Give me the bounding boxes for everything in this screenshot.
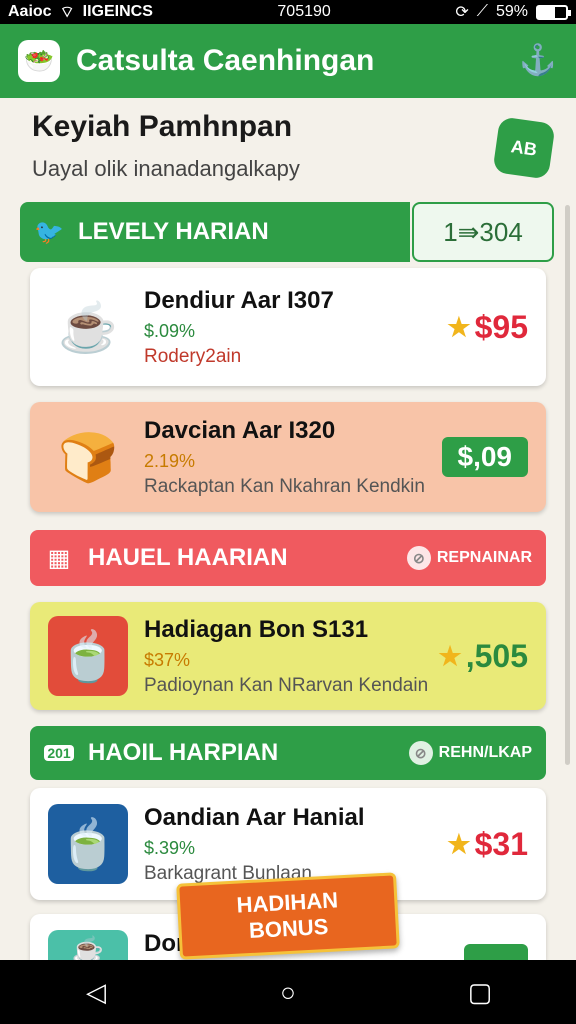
bonus-banner[interactable]: HADIHAN BONUS [176,872,400,960]
app-title: Catsulta Caenhingan [76,44,375,77]
card-body: Davcian Aar I320 2.19% Rackaptan Kan Nka… [144,417,442,498]
star-icon: ★ [447,828,471,859]
card-subtitle: Rodery2ain [144,345,242,367]
price-value: $31 [474,825,528,862]
section-label: HAOIL HARPIAN [88,739,279,766]
card-percent: $37% [144,649,191,670]
section-header-hauel[interactable]: ▦ HAUEL HAARIAN ⊘ REPNAINAR [30,530,546,586]
sync-icon: ⟳ [455,4,469,21]
section-label: LEVELY HARIAN [78,218,269,245]
soup-bowl-icon: 🍵 [48,616,128,696]
section-action-label: REHN/LKAP [438,744,532,761]
card-subtitle: Rackaptan Kan Nkahran Kendkin [144,475,425,497]
section-action-label: REPNAINAR [436,549,532,566]
date-tag: 201 [44,745,74,761]
price-value: ,505 [465,637,528,674]
card-body: Dendiur Aar I307 $.09% Rodery2ain [144,287,447,368]
price-badge[interactable]: $,09 [441,437,528,477]
wifi-icon: ⌔ [59,4,75,21]
battery-fill [537,6,555,18]
card-price[interactable]: ★ $31 [447,826,528,863]
scrollbar[interactable] [565,205,570,765]
toaster-icon: 🍞 [58,431,118,485]
section-header-haoil[interactable]: 201 HAOIL HARPIAN ⊘ REHN/LKAP [30,726,546,780]
recents-icon[interactable]: ▢ [460,972,500,1012]
card-title: Dendiur Aar I307 [144,286,334,314]
navigation-bar: ◁ ○ ▢ [0,960,576,1024]
signal-icon: ⟋ [476,3,488,20]
list-item[interactable]: ☕ Dendiur Aar I307 $.09% Rodery2ain ★ $9… [30,268,546,386]
network-label: IIGEINCS [82,3,153,20]
star-icon: ★ [438,640,462,671]
bird-icon: 🐦 [34,218,64,246]
header-badge[interactable]: AB [492,116,556,180]
page-header: Keyiah Pamhnpan Uayal olik inanadangalka… [32,110,556,182]
card-price[interactable]: ★ $95 [447,309,528,346]
status-time: 705190 [277,3,331,20]
clock-icon: ⊘ [406,546,431,570]
card-title: Oandian Aar Hanial [144,803,365,831]
calendar-icon: ▦ [47,544,71,572]
card-title: Davcian Aar I320 [144,416,336,444]
battery-icon [535,4,571,20]
back-icon[interactable]: ◁ [76,972,116,1012]
status-right: ⟳ ⟋ 59% [455,2,571,22]
list-item[interactable]: 🍵 Hadiagan Bon S131 $37% Padioynan Kan N… [30,602,546,710]
section-action[interactable]: ⊘ REPNAINAR [406,546,532,570]
card-title: Hadiagan Bon S131 [144,615,369,643]
page-subtitle: Uayal olik inanadangalkapy [32,156,300,181]
card-body: Oandian Aar Hanial $.39% Barkagrant Bunl… [144,804,447,885]
home-icon[interactable]: ○ [268,972,308,1012]
page-title: Keyiah Pamhnpan [32,110,293,143]
list-item[interactable]: 🍞 Davcian Aar I320 2.19% Rackaptan Kan N… [30,402,546,512]
star-icon: ★ [447,311,471,342]
card-price[interactable]: ★ ,505 [438,638,528,675]
daily-counter[interactable]: 1⇛304 [412,202,554,262]
battery-percent: 59% [495,3,528,20]
tea-cup-icon: ☕ [48,287,128,367]
clock-icon: ⊘ [408,741,433,765]
card-body: Hadiagan Bon S131 $37% Padioynan Kan NRa… [144,616,438,697]
card-percent: $.09% [144,320,196,341]
anchor-icon[interactable]: ⚓ [518,41,558,81]
green-tea-cup-icon: 🍵 [48,804,128,884]
card-percent: 2.19% [144,450,196,471]
status-left: Aaioc ⌔ IIGEINCS [8,2,153,22]
salad-bowl-icon[interactable]: 🥗 [18,40,60,82]
card-subtitle: Padioynan Kan NRarvan Kendain [144,674,429,696]
bonus-line-2: BONUS [248,913,329,944]
carrier-label: Aaioc [8,3,52,20]
app-bar: 🥗 Catsulta Caenhingan ⚓ [0,24,576,98]
card-percent: $.39% [144,837,196,858]
section-label: HAUEL HAARIAN [88,544,288,571]
status-bar: Aaioc ⌔ IIGEINCS 705190 ⟳ ⟋ 59% [0,0,576,24]
section-header-daily[interactable]: 🐦 LEVELY HARIAN [20,202,410,262]
section-action[interactable]: ⊘ REHN/LKAP [408,741,532,765]
price-value: $95 [474,308,528,345]
